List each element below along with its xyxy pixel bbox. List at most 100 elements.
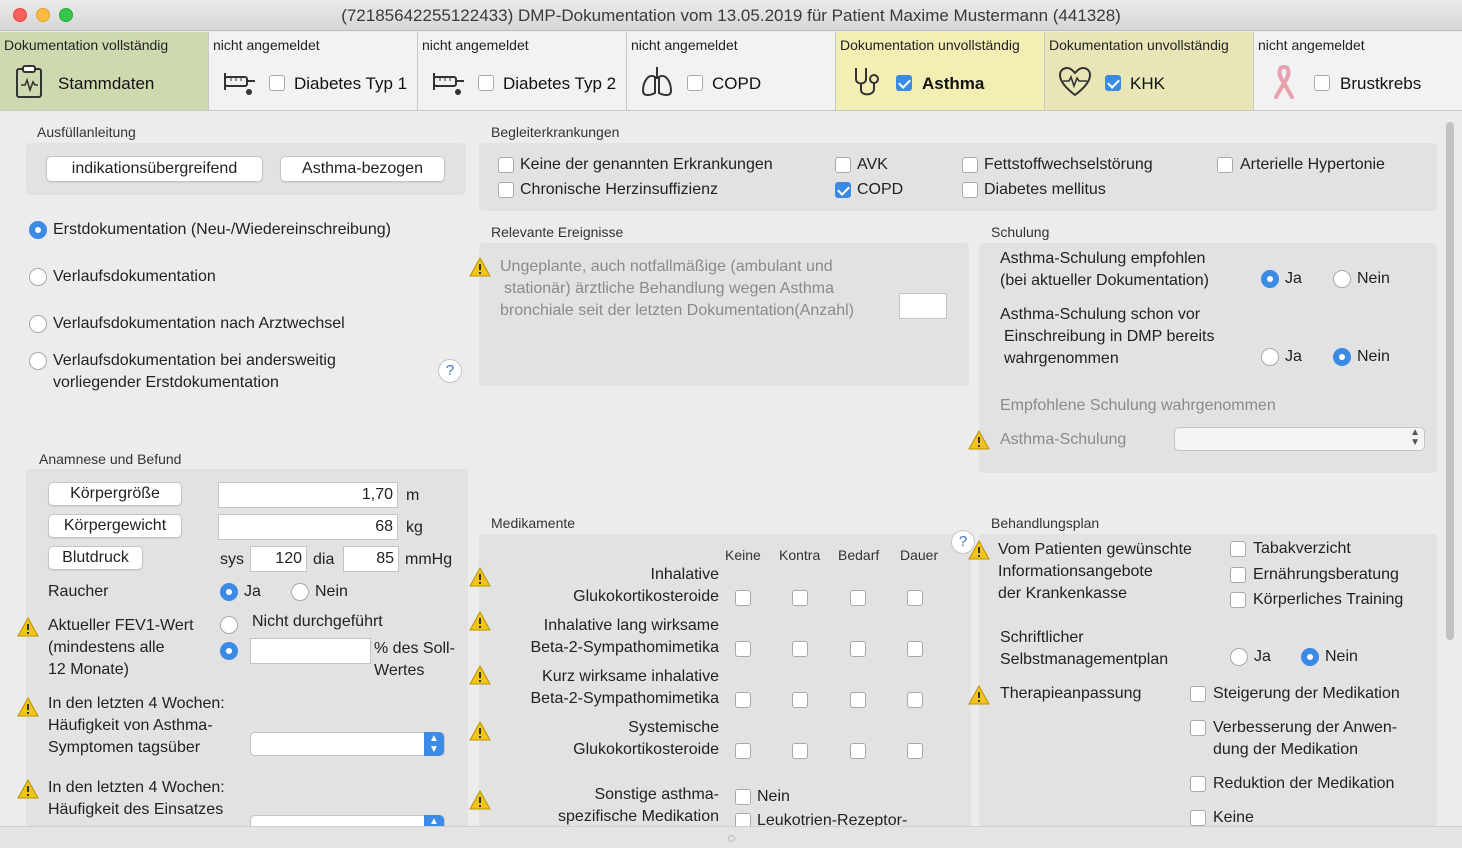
tab-diabetes-typ-1[interactable]: nicht angemeldet Diabetes Typ 1 (209, 32, 418, 111)
medikament-bedarf-checkbox[interactable] (850, 590, 866, 606)
copd-begleit-checkbox[interactable] (835, 182, 851, 198)
koerpergroesse-input[interactable]: 1,70 (218, 482, 398, 508)
scrollbar-thumb[interactable] (1446, 122, 1454, 640)
plan-nein-radio[interactable] (1301, 648, 1319, 666)
fev-unit-2: Wertes (374, 662, 425, 679)
sonstige-nein-checkbox[interactable] (735, 789, 751, 805)
vertical-scrollbar[interactable] (1443, 116, 1457, 824)
warning-icon (17, 697, 39, 717)
tab-status: nicht angemeldet (631, 37, 738, 53)
medikament-bedarf-checkbox[interactable] (850, 641, 866, 657)
schulung-vor-dmp-ja-radio[interactable] (1261, 348, 1279, 366)
unit-kg: kg (406, 519, 423, 536)
fev-nicht-durchgefuehrt-radio[interactable] (220, 616, 238, 634)
blutdruck-button[interactable]: Blutdruck (48, 546, 143, 570)
asthma-schulung-select[interactable]: ▲ ▼ (1174, 427, 1425, 451)
medikament-kontra-checkbox[interactable] (792, 692, 808, 708)
diabetes-typ-1-checkbox[interactable] (269, 75, 285, 91)
tab-label: Diabetes Typ 2 (503, 74, 617, 93)
resize-handle[interactable] (728, 835, 735, 842)
copd-checkbox[interactable] (687, 75, 703, 91)
medikament-keine-checkbox[interactable] (735, 692, 751, 708)
tab-stammdaten[interactable]: Dokumentation vollständig Stammdaten (0, 32, 209, 111)
begleit-label: Keine der genannten Erkrankungen (520, 156, 773, 173)
fev-nicht-durchgefuehrt-label: Nicht durchgeführt (252, 613, 383, 630)
symptome-select[interactable]: ▲ ▼ (250, 732, 445, 756)
diabetes-typ-2-checkbox[interactable] (478, 75, 494, 91)
tab-brustkrebs[interactable]: nicht angemeldet Brustkrebs (1254, 32, 1462, 111)
medikament-keine-checkbox[interactable] (735, 590, 751, 606)
therapie-label: Therapieanpassung (1000, 685, 1142, 702)
schulung-q1-text-1: Asthma-Schulung empfohlen (1000, 250, 1206, 267)
raucher-nein-radio[interactable] (291, 583, 309, 601)
medikament-bedarf-checkbox[interactable] (850, 743, 866, 759)
schulung-empfohlen-ja-radio[interactable] (1261, 270, 1279, 288)
verlaufsdokumentation-radio[interactable] (29, 268, 47, 286)
ereignisse-anzahl-input[interactable] (899, 293, 947, 319)
info-option-label: Körperliches Training (1253, 591, 1404, 608)
fev-wert-radio[interactable] (220, 642, 238, 660)
keine-erkrankungen-checkbox[interactable] (498, 157, 514, 173)
unit-m: m (406, 487, 420, 504)
syringe-icon (224, 73, 255, 95)
koerperliches-training-checkbox[interactable] (1230, 592, 1246, 608)
herzinsuffizienz-checkbox[interactable] (498, 182, 514, 198)
indikationsuebergreifend-button[interactable]: indikationsübergreifend (46, 156, 263, 182)
keine-therapie-checkbox[interactable] (1190, 810, 1206, 826)
schulung-vor-dmp-nein-radio[interactable] (1333, 348, 1351, 366)
warning-icon (469, 567, 491, 587)
info-label-3: der Krankenkasse (998, 585, 1127, 602)
verbesserung-checkbox[interactable] (1190, 720, 1206, 736)
einsatz-select[interactable]: ▲▼ (250, 815, 445, 826)
schulung-empfohlen-nein-radio[interactable] (1333, 270, 1351, 288)
verlauf-anderweitig-label: Verlaufsdokumentation bei andersweitig (53, 352, 336, 369)
fettstoffwechsel-checkbox[interactable] (962, 157, 978, 173)
section-heading-medikamente: Medikamente (491, 515, 576, 531)
khk-checkbox[interactable] (1105, 75, 1121, 91)
begleit-label: AVK (857, 156, 888, 173)
medikament-label: Beta-2-Sympathomimetika (530, 690, 719, 707)
medikament-kontra-checkbox[interactable] (792, 641, 808, 657)
help-button[interactable]: ? (438, 359, 462, 383)
plan-ja-radio[interactable] (1230, 648, 1248, 666)
tab-asthma[interactable]: Dokumentation unvollständig Asthma (836, 32, 1045, 111)
ernaehrungsberatung-checkbox[interactable] (1230, 567, 1246, 583)
sys-input[interactable]: 120 (250, 546, 307, 572)
info-label-2: Informationsangebote (998, 563, 1153, 580)
medikament-dauer-checkbox[interactable] (907, 590, 923, 606)
dia-input[interactable]: 85 (343, 546, 399, 572)
medikament-keine-checkbox[interactable] (735, 641, 751, 657)
raucher-ja-radio[interactable] (220, 583, 238, 601)
tab-copd[interactable]: nicht angemeldet COPD (627, 32, 836, 111)
schulung-q2-text-1: Asthma-Schulung schon vor (1000, 306, 1201, 323)
tabakverzicht-checkbox[interactable] (1230, 541, 1246, 557)
medikament-dauer-checkbox[interactable] (907, 692, 923, 708)
medikament-keine-checkbox[interactable] (735, 743, 751, 759)
koerpergroesse-button[interactable]: Körpergröße (48, 482, 182, 506)
tab-diabetes-typ-2[interactable]: nicht angemeldet Diabetes Typ 2 (418, 32, 627, 111)
dmp-window: (72185642255122433) DMP-Dokumentation vo… (0, 0, 1462, 848)
verlauf-arztwechsel-radio[interactable] (29, 315, 47, 333)
steigerung-checkbox[interactable] (1190, 686, 1206, 702)
fev-wert-input[interactable] (250, 638, 371, 664)
erstdokumentation-label: Erstdokumentation (Neu-/Wiedereinschreib… (53, 221, 391, 238)
tab-status: nicht angemeldet (422, 37, 529, 53)
avk-checkbox[interactable] (835, 157, 851, 173)
brustkrebs-checkbox[interactable] (1314, 75, 1330, 91)
medikament-dauer-checkbox[interactable] (907, 743, 923, 759)
verlauf-anderweitig-radio[interactable] (29, 352, 47, 370)
koerpergewicht-input[interactable]: 68 (218, 514, 398, 540)
diabetes-mellitus-checkbox[interactable] (962, 182, 978, 198)
medikament-kontra-checkbox[interactable] (792, 590, 808, 606)
asthma-checkbox[interactable] (896, 75, 912, 91)
erstdokumentation-radio[interactable] (29, 221, 47, 239)
asthma-bezogen-button[interactable]: Asthma-bezogen (280, 156, 445, 182)
koerpergewicht-button[interactable]: Körpergewicht (48, 514, 182, 538)
medikament-dauer-checkbox[interactable] (907, 641, 923, 657)
hypertonie-checkbox[interactable] (1217, 157, 1233, 173)
leukotrien-checkbox[interactable] (735, 813, 751, 826)
tab-khk[interactable]: Dokumentation unvollständig KHK (1045, 32, 1254, 111)
medikament-bedarf-checkbox[interactable] (850, 692, 866, 708)
medikament-kontra-checkbox[interactable] (792, 743, 808, 759)
reduktion-checkbox[interactable] (1190, 776, 1206, 792)
